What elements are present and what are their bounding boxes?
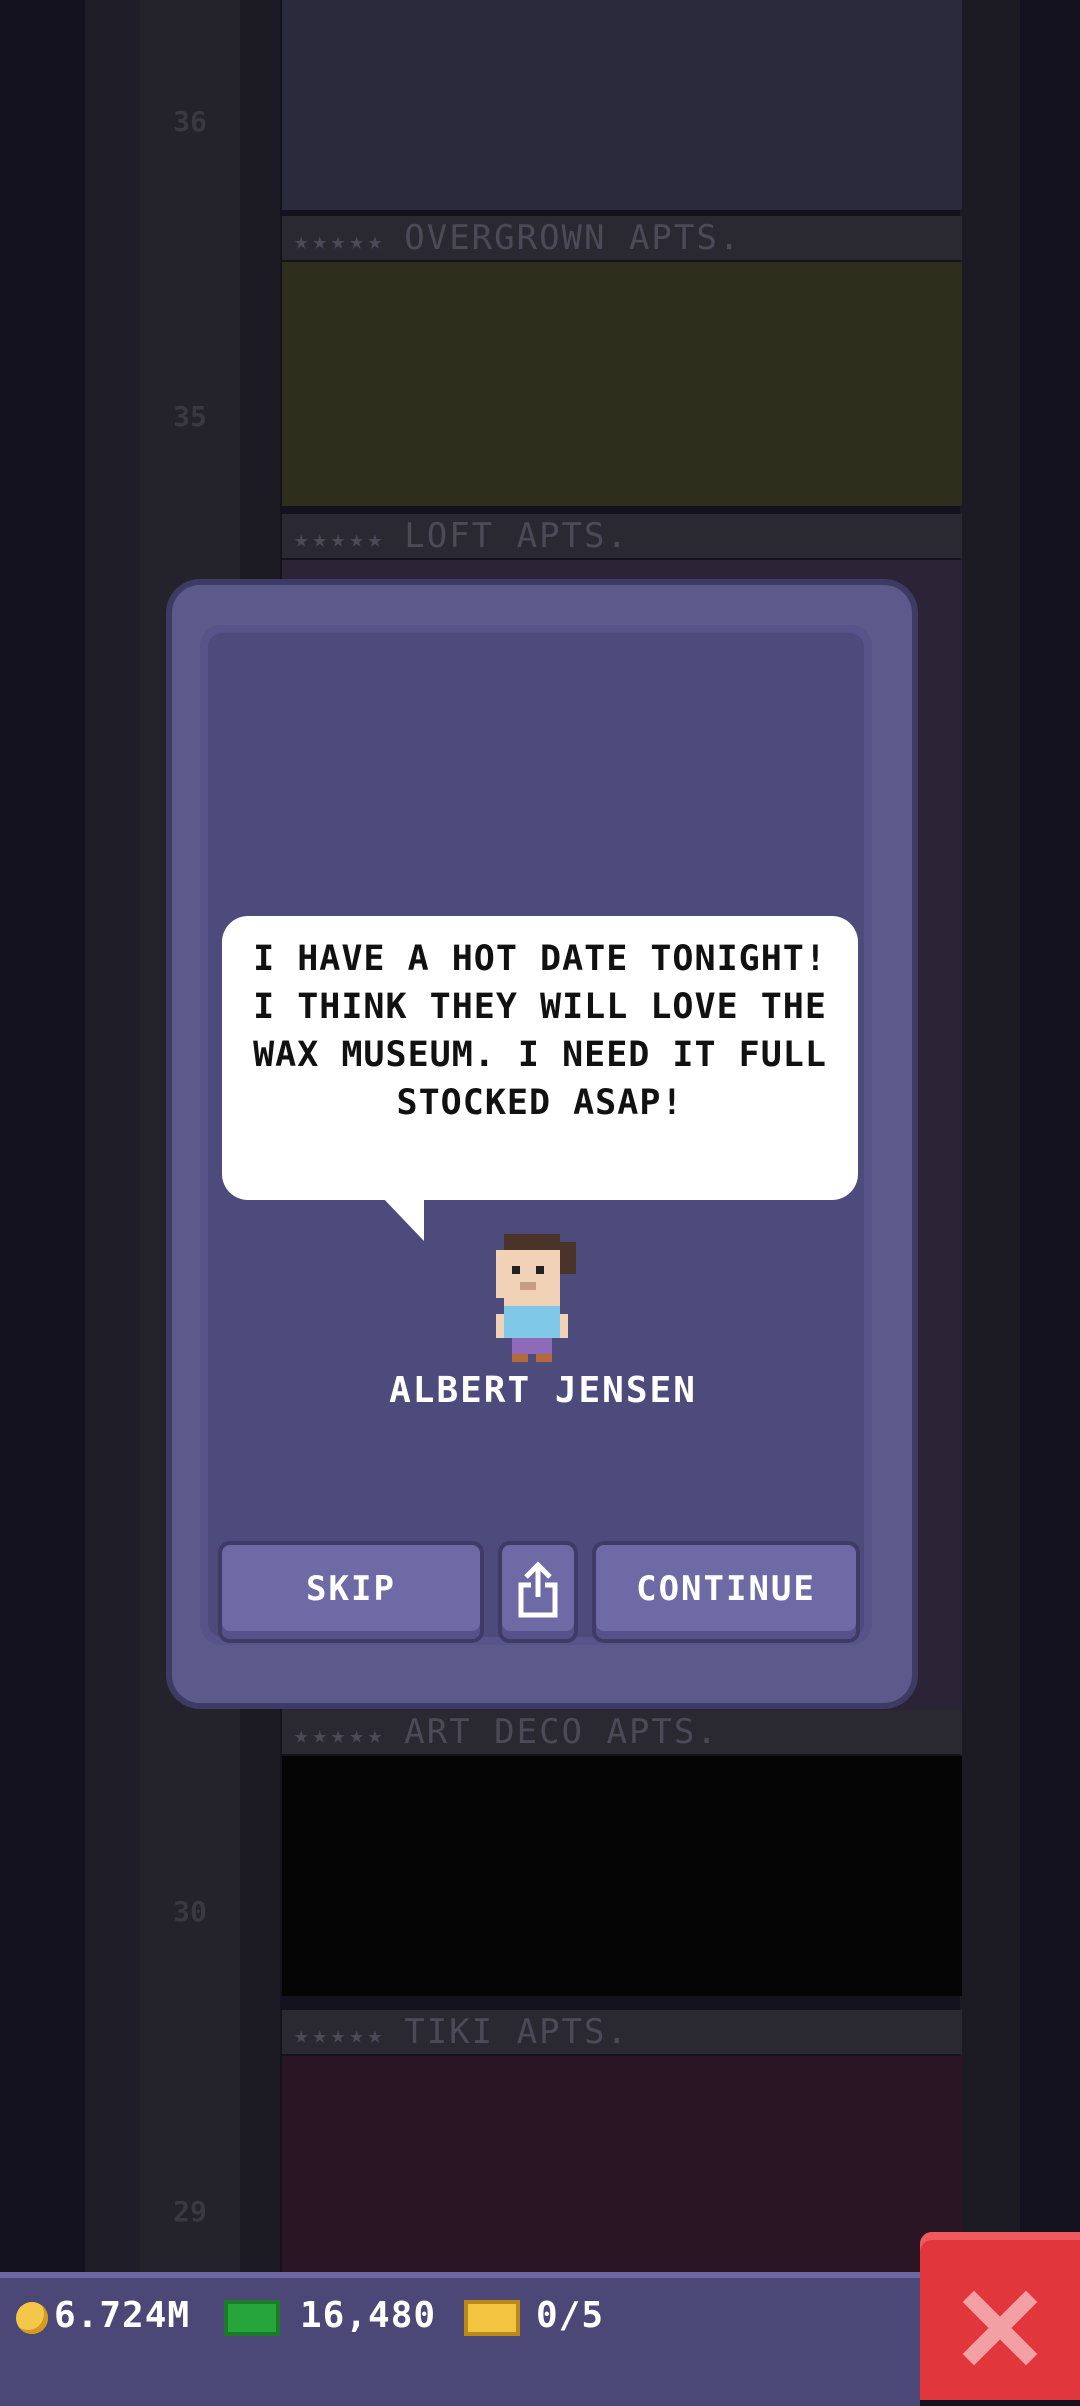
- share-button[interactable]: [502, 1545, 574, 1639]
- coin-icon: [16, 2302, 48, 2334]
- ticket-icon: [464, 2300, 520, 2336]
- floor-room: [282, 0, 962, 210]
- close-button[interactable]: [920, 2232, 1080, 2400]
- elevator-shaft: [85, 0, 145, 2400]
- floor-number: 30: [173, 1895, 207, 1928]
- skip-button[interactable]: SKIP: [222, 1545, 480, 1639]
- resource-bar: [0, 2272, 920, 2406]
- character-avatar: [496, 1234, 576, 1362]
- floor-room: [282, 2056, 962, 2276]
- floor-room: [282, 262, 962, 506]
- floor-room: [282, 1756, 962, 1996]
- dialog-message: I HAVE A HOT DATE TONIGHT! I THINK THEY …: [253, 939, 827, 1123]
- character-name: ALBERT JENSEN: [389, 1370, 697, 1411]
- floor-label: ★★★★★ OVERGROWN APTS.: [282, 216, 962, 260]
- close-icon: [962, 2290, 1038, 2366]
- tower-right-wall: [960, 0, 1020, 2400]
- bux-value: 16,480: [300, 2295, 437, 2336]
- floor-number: 36: [173, 105, 207, 138]
- floor-number: 35: [173, 400, 207, 433]
- share-icon: [518, 1561, 558, 1618]
- continue-button[interactable]: CONTINUE: [596, 1545, 856, 1639]
- tickets-value: 0/5: [536, 2295, 605, 2336]
- speech-bubble-tail: [380, 1195, 424, 1241]
- floor-label: ★★★★★ LOFT APTS.: [282, 514, 962, 558]
- coins-value: 6.724M: [54, 2295, 191, 2336]
- cash-icon: [224, 2300, 280, 2336]
- continue-button-label: CONTINUE: [636, 1569, 816, 1609]
- skip-button-label: SKIP: [306, 1569, 396, 1609]
- floor-label: ★★★★★ TIKI APTS.: [282, 2010, 962, 2054]
- floor-label: ★★★★★ ART DECO APTS.: [282, 1710, 962, 1754]
- floor-number: 29: [173, 2195, 207, 2228]
